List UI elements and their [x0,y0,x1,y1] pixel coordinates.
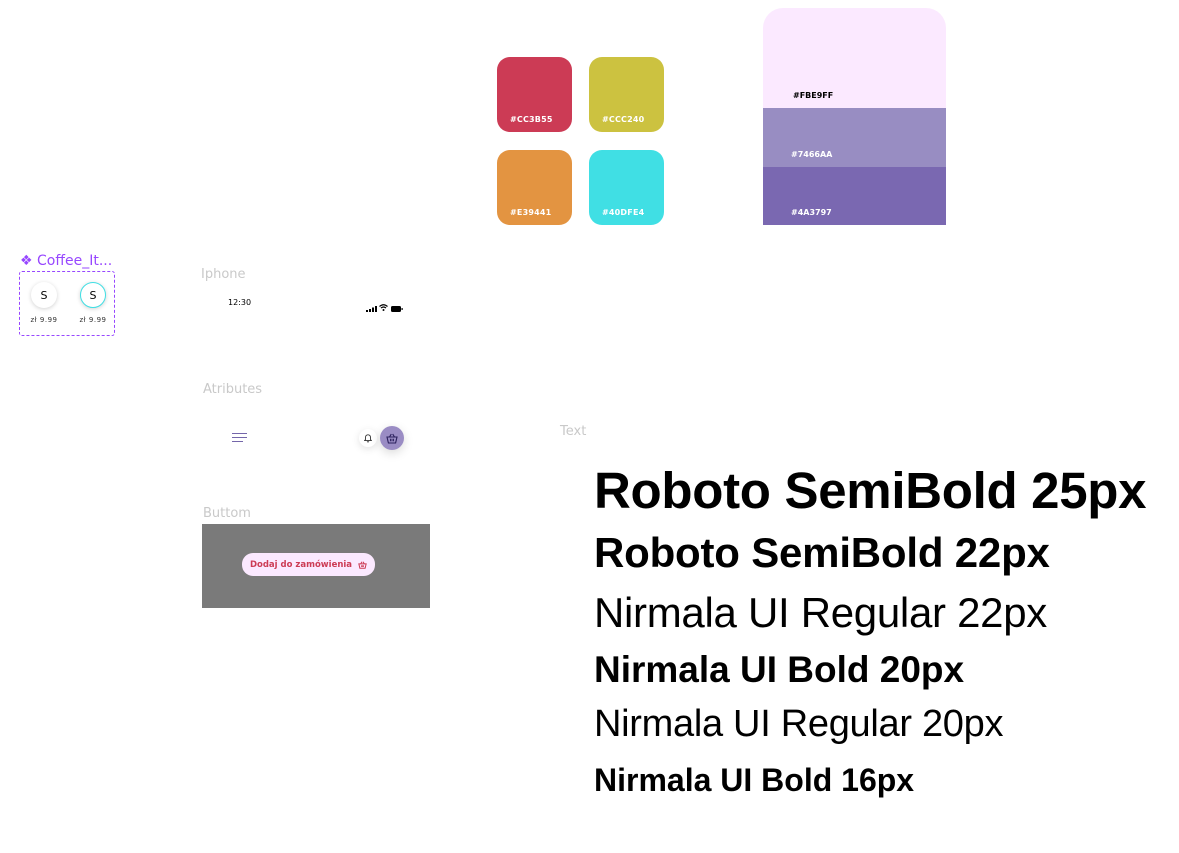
notification-button[interactable] [359,429,377,447]
status-bar-time: 12:30 [228,298,252,307]
palette-hex-label: #7466AA [791,150,833,159]
palette-band-dark: #4A3797 [763,167,946,225]
palette-hex-label: #4A3797 [791,208,832,217]
battery-icon [391,299,403,317]
palette-hex-label: #FBE9FF [793,91,834,100]
basket-icon [358,560,367,569]
component-name-label[interactable]: ❖ Coffee_It... [20,253,112,269]
typography-sample-roboto-semibold-22: Roboto SemiBold 22px [594,529,1050,576]
palette-band-light: #FBE9FF [763,8,946,108]
bell-icon [364,433,372,442]
basket-icon [386,433,398,444]
basket-button[interactable] [380,426,404,450]
swatch-hex-label: #40DFE4 [602,208,645,217]
typography-sample-roboto-semibold-25: Roboto SemiBold 25px [594,462,1147,519]
swatch-hex-label: #E39441 [510,208,552,217]
signal-icon [366,299,377,317]
section-label-text: Text [560,424,587,439]
wifi-icon [379,298,388,316]
coffee-item-avatar: S [31,282,57,308]
palette-band-mid: #7466AA [763,108,946,167]
swatch-red[interactable]: #CC3B55 [497,57,572,132]
swatch-hex-label: #CC3B55 [510,115,553,124]
purple-palette[interactable]: #FBE9FF #7466AA #4A3797 [763,8,946,225]
coffee-item-component-frame[interactable]: S zł 9.99 S zł 9.99 [19,271,115,336]
typography-sample-nirmala-bold-20: Nirmala UI Bold 20px [594,649,965,690]
section-label-iphone: Iphone [201,267,246,282]
swatch-olive[interactable]: #CCC240 [589,57,664,132]
coffee-item[interactable]: S zł 9.99 [29,282,59,324]
section-label-atributes: Atributes [203,382,263,397]
swatch-orange[interactable]: #E39441 [497,150,572,225]
typography-sample-nirmala-regular-22: Nirmala UI Regular 22px [594,589,1047,636]
coffee-item-avatar: S [80,282,106,308]
coffee-item-selected[interactable]: S zł 9.99 [78,282,108,324]
add-to-order-button[interactable]: Dodaj do zamówienia [242,553,375,576]
typography-sample-nirmala-regular-20: Nirmala UI Regular 20px [594,703,1004,745]
add-to-order-label: Dodaj do zamówienia [249,559,353,570]
coffee-item-price: zł 9.99 [30,316,58,324]
coffee-item-price: zł 9.99 [79,316,107,324]
menu-icon[interactable] [232,433,247,443]
swatch-hex-label: #CCC240 [602,115,645,124]
typography-sample-nirmala-bold-16: Nirmala UI Bold 16px [594,762,915,798]
section-label-buttom: Buttom [203,506,251,521]
swatch-cyan[interactable]: #40DFE4 [589,150,664,225]
